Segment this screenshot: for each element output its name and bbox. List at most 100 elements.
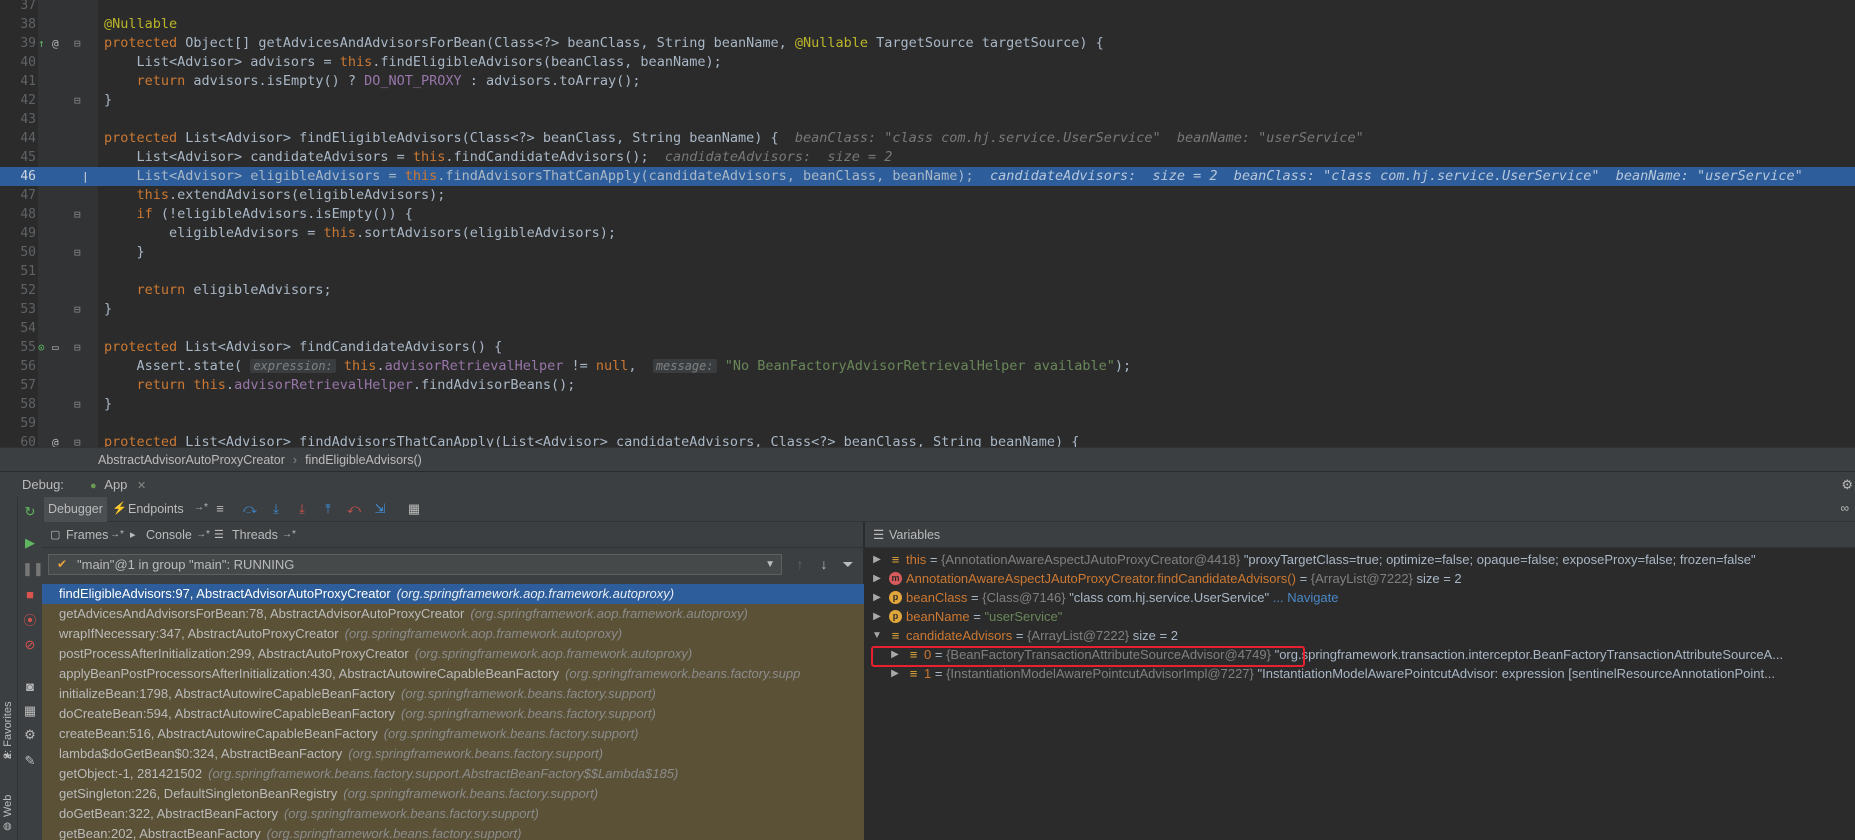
- code-token: .sortAdvisors(eligibleAdvisors);: [355, 225, 617, 241]
- thread-selector[interactable]: ✔ "main"@1 in group "main": RUNNING ▼: [48, 554, 782, 575]
- gutter: [38, 15, 98, 34]
- run-to-cursor-icon[interactable]: ⇲: [372, 501, 388, 517]
- force-step-into-icon[interactable]: ⤓: [294, 501, 310, 517]
- mute-breakpoints-icon[interactable]: ⊘: [22, 637, 38, 653]
- fold-icon[interactable]: ⊟: [74, 246, 81, 259]
- frame-row[interactable]: initializeBean:1798, AbstractAutowireCap…: [42, 684, 864, 704]
- tab-frames[interactable]: Frames: [66, 522, 108, 548]
- step-over-icon[interactable]: ⤼: [242, 501, 258, 517]
- fold-icon[interactable]: ⊟: [74, 436, 81, 447]
- variable-name: AnnotationAwareAspectJAutoProxyCreator.f…: [906, 571, 1296, 586]
- code-line: 43: [0, 110, 1855, 129]
- tab-console[interactable]: Console: [146, 522, 192, 548]
- code-token: List<Advisor> findEligibleAdvisors(Class…: [185, 130, 795, 146]
- expand-right-icon[interactable]: ▶: [871, 550, 883, 569]
- fold-icon[interactable]: ⊟: [74, 341, 81, 354]
- tab-endpoints[interactable]: Endpoints: [124, 497, 188, 522]
- expand-down-icon[interactable]: ▼: [871, 626, 883, 645]
- expand-right-icon[interactable]: ▶: [871, 588, 883, 607]
- settings-gear-icon[interactable]: ⚙: [1841, 472, 1853, 498]
- glasses-icon[interactable]: ∞: [1840, 501, 1849, 515]
- filter-icon[interactable]: ⏷: [839, 555, 857, 573]
- frame-row[interactable]: getSingleton:226, DefaultSingletonBeanRe…: [42, 784, 864, 804]
- frame-row[interactable]: applyBeanPostProcessorsAfterInitializati…: [42, 664, 864, 684]
- override-marker-icon[interactable]: ↑: [38, 37, 45, 50]
- code-token: if: [136, 206, 161, 222]
- frames-panel: ▢ Frames →* ▸ Console →* ☰ Threads →* ✔ …: [42, 522, 864, 840]
- breadcrumb-method[interactable]: findEligibleAdvisors(): [305, 453, 422, 467]
- code-token: .findCandidateAdvisors();: [445, 149, 665, 165]
- drop-frame-icon[interactable]: ⤺: [346, 501, 362, 517]
- step-out-icon[interactable]: ⤒: [320, 501, 336, 517]
- navigate-link[interactable]: ... Navigate: [1269, 590, 1339, 605]
- resume-icon[interactable]: ▶: [22, 535, 38, 551]
- annotation-marker-icon[interactable]: @: [52, 37, 59, 50]
- code-line: 41 return advisors.isEmpty() ? DO_NOT_PR…: [0, 72, 1855, 91]
- code-token: @Nullable: [794, 35, 869, 51]
- debug-tab-app[interactable]: ● App ✕: [82, 472, 154, 498]
- variable-row[interactable]: ▶ m AnnotationAwareAspectJAutoProxyCreator…: [865, 569, 1855, 588]
- annotation-marker-icon[interactable]: @: [52, 436, 59, 447]
- line-number: 38: [20, 17, 36, 32]
- variable-row[interactable]: ▶ ≡ this = {AnnotationAwareAspectJAutoProx…: [865, 550, 1855, 569]
- breadcrumb-class[interactable]: AbstractAdvisorAutoProxyCreator: [98, 453, 285, 467]
- layout-icon[interactable]: ▦: [22, 703, 38, 719]
- pin-icon[interactable]: ✎: [22, 753, 38, 769]
- fold-icon[interactable]: ⊟: [74, 94, 81, 107]
- rerun-icon[interactable]: ↻: [22, 504, 38, 520]
- expand-right-icon[interactable]: ▶: [871, 607, 883, 626]
- star-icon[interactable]: ★: [3, 751, 12, 762]
- debugger-toolbar: Debugger ⚡ Endpoints →* ≡ ⤼ ⤓ ⤓ ⤒ ⤺ ⇲ ▦ …: [42, 497, 1855, 522]
- web-tab[interactable]: Web: [2, 795, 14, 817]
- code-line: 37: [0, 0, 1855, 15]
- variable-row[interactable]: ▶ p beanClass = {Class@7146} "class com.hj…: [865, 588, 1855, 607]
- fold-icon[interactable]: ⊟: [74, 398, 81, 411]
- close-tab-icon[interactable]: ✕: [137, 480, 146, 492]
- override-marker-icon[interactable]: ⊙: [38, 341, 45, 354]
- pause-icon[interactable]: ❚❚: [22, 561, 44, 577]
- tab-threads[interactable]: Threads: [232, 522, 278, 548]
- frame-row[interactable]: wrapIfNecessary:347, AbstractAutoProxyCr…: [42, 624, 864, 644]
- frame-row[interactable]: findEligibleAdvisors:97, AbstractAdvisor…: [42, 584, 864, 604]
- menu-lines-icon[interactable]: ≡: [212, 501, 228, 517]
- web-icon[interactable]: ◍: [3, 821, 12, 832]
- variable-row[interactable]: ▶ p beanName = "userService": [865, 607, 1855, 626]
- frame-up-icon[interactable]: ↑: [791, 555, 809, 573]
- frame-row[interactable]: doGetBean:322, AbstractBeanFactory (org.s…: [42, 804, 864, 824]
- settings-icon[interactable]: ⚙: [22, 727, 38, 743]
- frame-row[interactable]: getObject:-1, 281421502 (org.springframew…: [42, 764, 864, 784]
- variable-ref: {ArrayList@7222}: [1027, 628, 1130, 643]
- frame-row[interactable]: getAdvicesAndAdvisorsForBean:78, Abstrac…: [42, 604, 864, 624]
- line-number: 54: [20, 321, 36, 336]
- step-into-icon[interactable]: ⤓: [268, 501, 284, 517]
- evaluate-expression-icon[interactable]: ▦: [406, 501, 422, 517]
- frame-method: wrapIfNecessary:347, AbstractAutoProxyCr…: [59, 626, 339, 641]
- fold-icon[interactable]: ⊟: [74, 37, 81, 50]
- variable-equals: =: [967, 590, 983, 605]
- frame-row[interactable]: doCreateBean:594, AbstractAutowireCapabl…: [42, 704, 864, 724]
- code-editor[interactable]: 37 38 @Nullable 39 ↑ @ ⊟ protected Object[] get…: [0, 0, 1855, 447]
- expand-right-icon[interactable]: ▶: [871, 569, 883, 588]
- frames-list: findEligibleAdvisors:97, AbstractAdvisor…: [42, 584, 864, 840]
- annotation-marker-icon[interactable]: ▭: [52, 341, 59, 354]
- code-token: (!eligibleAdvisors.isEmpty()) {: [160, 206, 413, 222]
- line-number: 41: [20, 74, 36, 89]
- fold-icon[interactable]: ⊟: [74, 303, 81, 316]
- frame-row[interactable]: createBean:516, AbstractAutowireCapableB…: [42, 724, 864, 744]
- frame-row[interactable]: getBean:202, AbstractBeanFactory (org.spr…: [42, 824, 864, 840]
- tab-debugger[interactable]: Debugger: [44, 497, 107, 522]
- stop-icon[interactable]: ■: [22, 587, 38, 603]
- frame-row[interactable]: postProcessAfterInitialization:299, Abst…: [42, 644, 864, 664]
- gutter: ⊟: [38, 395, 98, 414]
- fold-icon[interactable]: ⊟: [74, 208, 81, 221]
- code-token: Assert.: [104, 358, 194, 374]
- camera-icon[interactable]: ◙: [22, 679, 38, 695]
- variable-name: beanClass: [906, 590, 968, 605]
- view-breakpoints-icon[interactable]: ⦿: [22, 613, 38, 629]
- frame-down-icon[interactable]: ↓: [815, 555, 833, 573]
- frame-row[interactable]: lambda$doGetBean$0:324, AbstractBeanFact…: [42, 744, 864, 764]
- frames-panel-header: ▢ Frames →* ▸ Console →* ☰ Threads →*: [42, 522, 864, 548]
- variable-row[interactable]: ▼ ≡ candidateAdvisors = {ArrayList@7222} s…: [865, 626, 1855, 645]
